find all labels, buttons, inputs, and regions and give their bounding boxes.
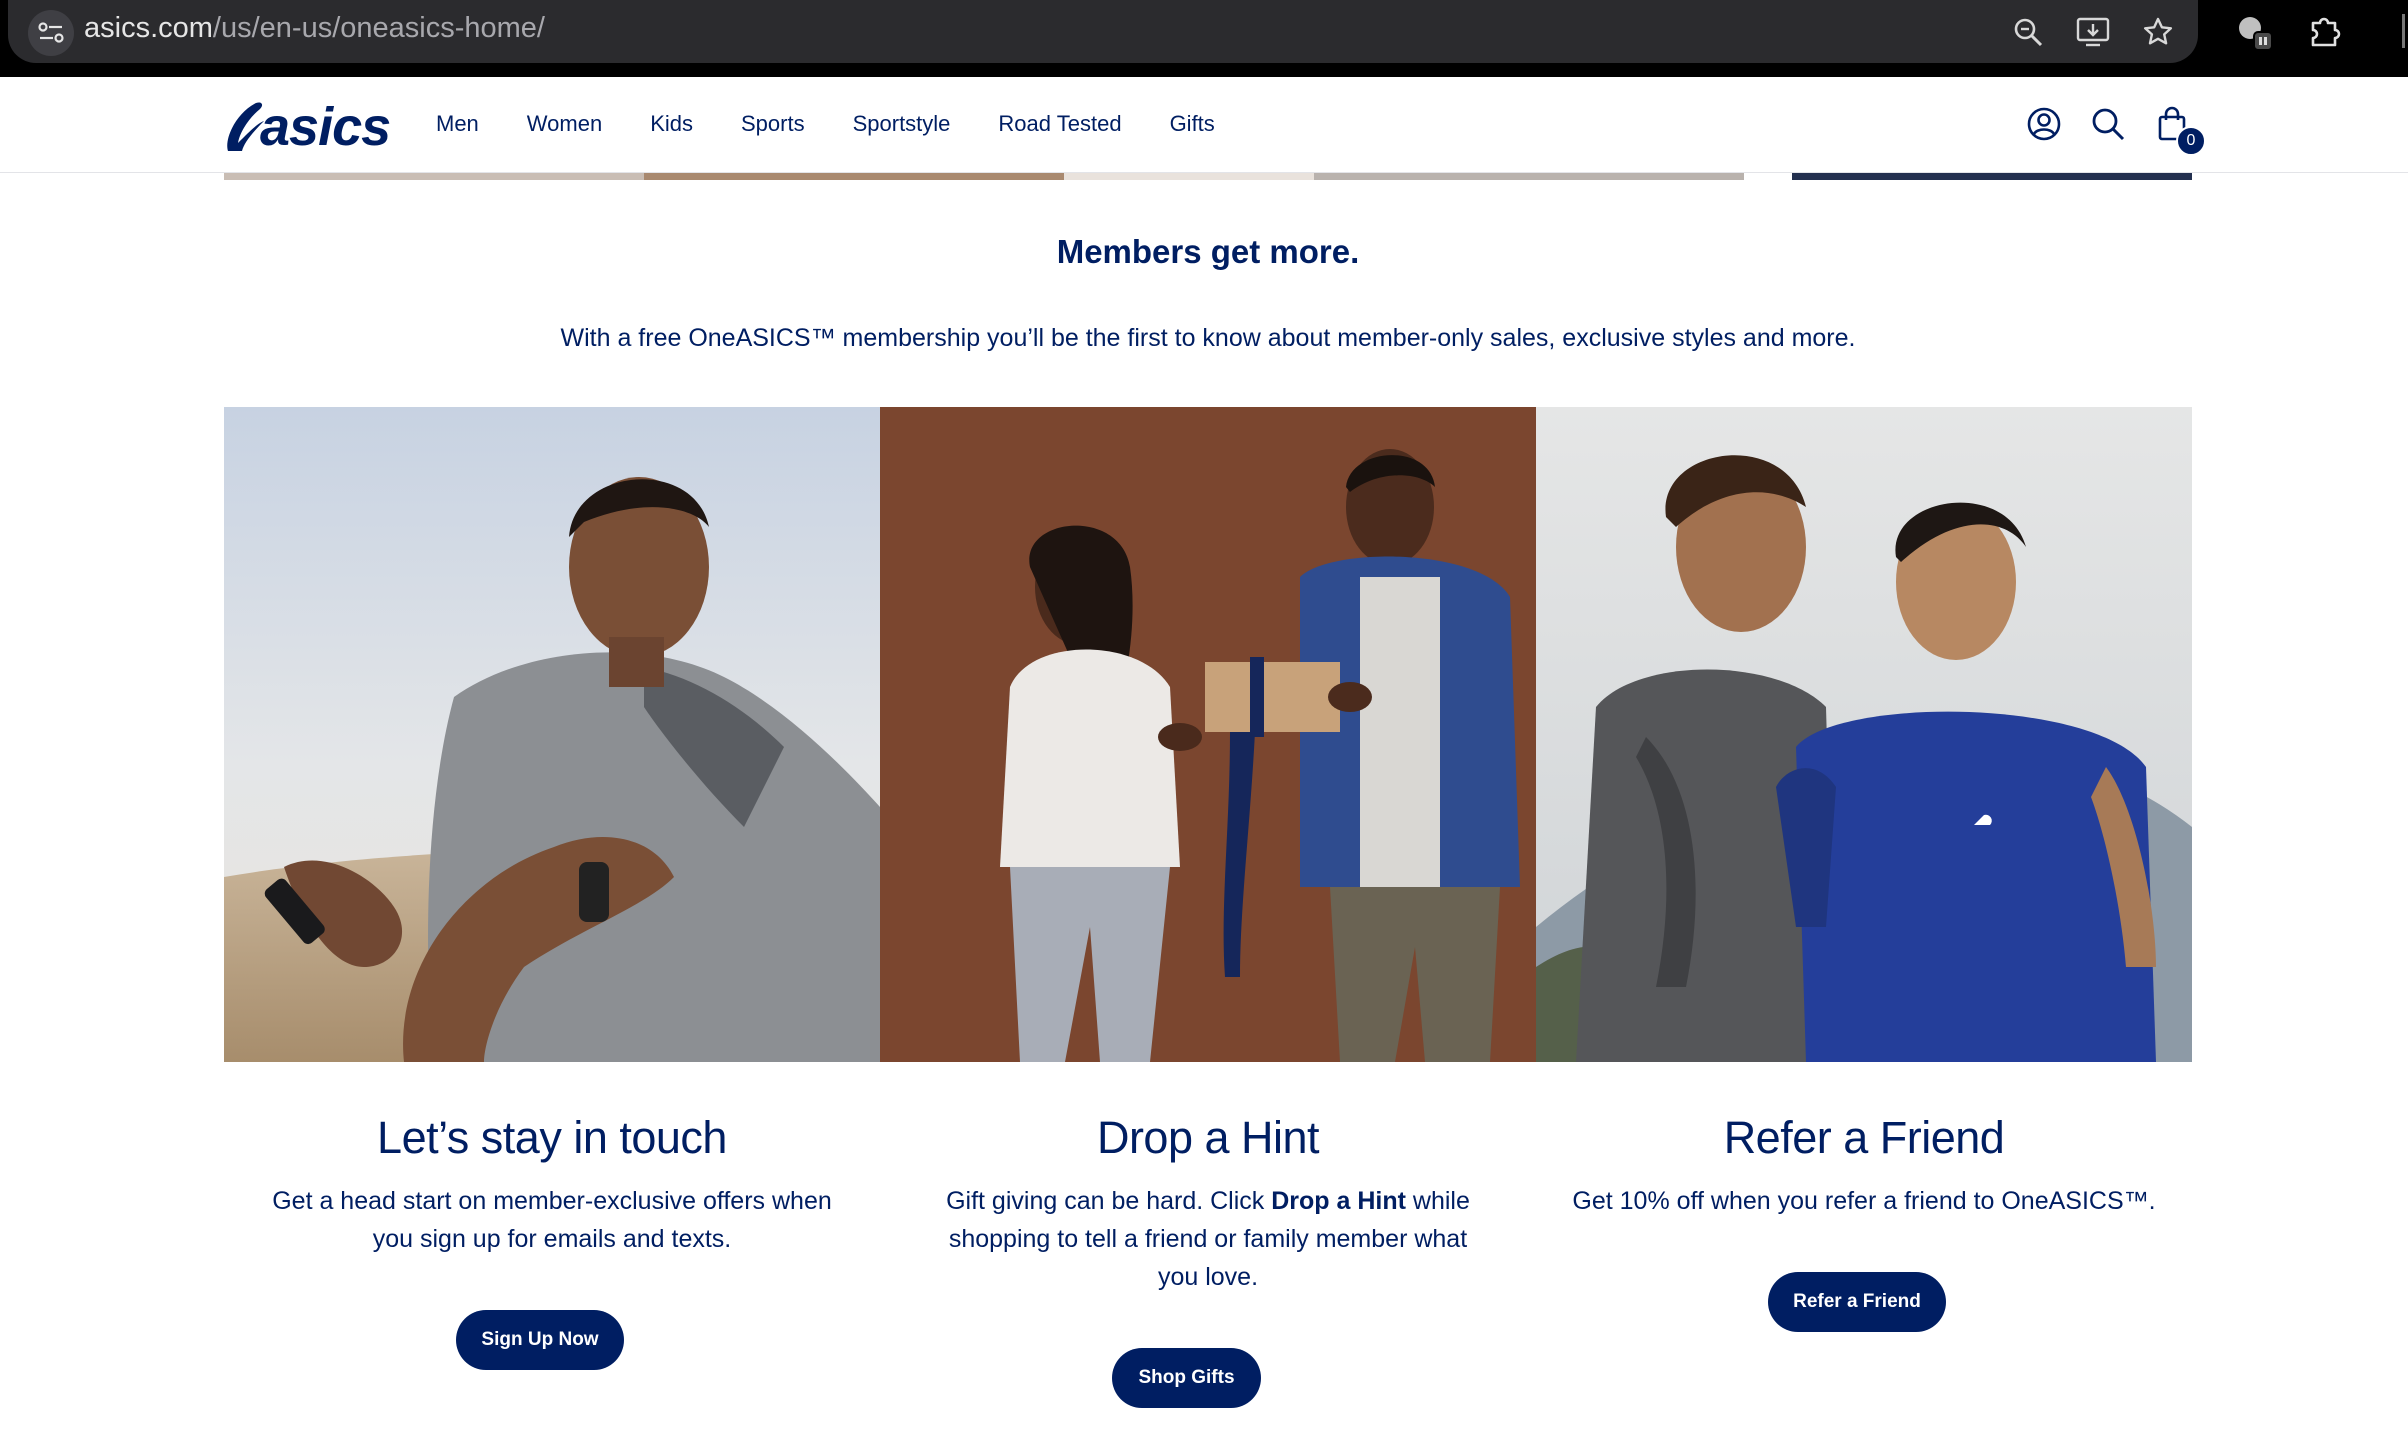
sign-up-now-button[interactable]: Sign Up Now — [456, 1310, 624, 1370]
site-info-icon[interactable] — [28, 10, 74, 56]
search-icon[interactable] — [2087, 103, 2129, 145]
incognito-icon[interactable] — [2234, 12, 2274, 52]
url-host: asics.com — [84, 12, 213, 44]
main-nav: Men Women Kids Sports Sportstyle Road Te… — [436, 111, 1263, 137]
drop-a-hint-text-bold: Drop a Hint — [1271, 1187, 1406, 1215]
address-bar[interactable]: asics.com/us/en-us/oneasics-home/ — [8, 0, 2198, 63]
logo-wordmark: asics — [260, 97, 391, 157]
members-description: With a free OneASICS™ membership you’ll … — [560, 324, 1856, 352]
hero-image-edge — [224, 173, 2192, 180]
nav-sportstyle[interactable]: Sportstyle — [853, 111, 951, 137]
zoom-icon[interactable] — [2008, 12, 2048, 52]
nav-kids[interactable]: Kids — [650, 111, 693, 137]
drop-a-hint-text: Gift giving can be hard. Click Drop a Hi… — [928, 1182, 1488, 1296]
nav-sports[interactable]: Sports — [741, 111, 805, 137]
account-icon[interactable] — [2023, 103, 2065, 145]
refer-a-friend-text: Get 10% off when you refer a friend to O… — [1572, 1187, 2156, 1215]
refer-a-friend-image — [1536, 407, 2192, 1062]
stay-in-touch-card: Let’s stay in touch Get a head start on … — [224, 1112, 880, 1258]
stay-in-touch-image — [224, 407, 880, 1062]
nav-women[interactable]: Women — [527, 111, 602, 137]
stay-in-touch-text: Get a head start on member-exclusive off… — [272, 1187, 832, 1253]
asics-logo[interactable]: asics — [222, 97, 391, 157]
site-header: asics Men Women Kids Sports Sportstyle R… — [0, 77, 2408, 173]
url-text[interactable]: asics.com/us/en-us/oneasics-home/ — [84, 12, 545, 45]
cart-count-badge: 0 — [2176, 126, 2206, 156]
member-benefit-images — [224, 407, 2192, 1062]
members-heading: Members get more. — [1056, 233, 1360, 270]
url-path: /us/en-us/oneasics-home/ — [212, 12, 545, 44]
nav-road-tested[interactable]: Road Tested — [998, 111, 1121, 137]
shop-gifts-button[interactable]: Shop Gifts — [1112, 1348, 1261, 1408]
drop-a-hint-text-before: Gift giving can be hard. Click — [946, 1187, 1272, 1215]
drop-a-hint-card: Drop a Hint Gift giving can be hard. Cli… — [880, 1112, 1536, 1296]
install-icon[interactable] — [2073, 12, 2113, 52]
refer-a-friend-title: Refer a Friend — [1723, 1112, 2005, 1163]
stay-in-touch-title: Let’s stay in touch — [377, 1112, 727, 1163]
extensions-icon[interactable] — [2306, 10, 2346, 50]
drop-a-hint-image — [880, 407, 1536, 1062]
refer-a-friend-button[interactable]: Refer a Friend — [1768, 1272, 1946, 1332]
refer-a-friend-card: Refer a Friend Get 10% off when you refe… — [1536, 1112, 2192, 1220]
bookmark-star-icon[interactable] — [2138, 12, 2178, 52]
browser-chrome: asics.com/us/en-us/oneasics-home/ — [0, 0, 2408, 77]
toolbar-divider — [2402, 14, 2405, 48]
drop-a-hint-title: Drop a Hint — [1096, 1112, 1320, 1163]
nav-men[interactable]: Men — [436, 111, 479, 137]
nav-gifts[interactable]: Gifts — [1170, 111, 1215, 137]
